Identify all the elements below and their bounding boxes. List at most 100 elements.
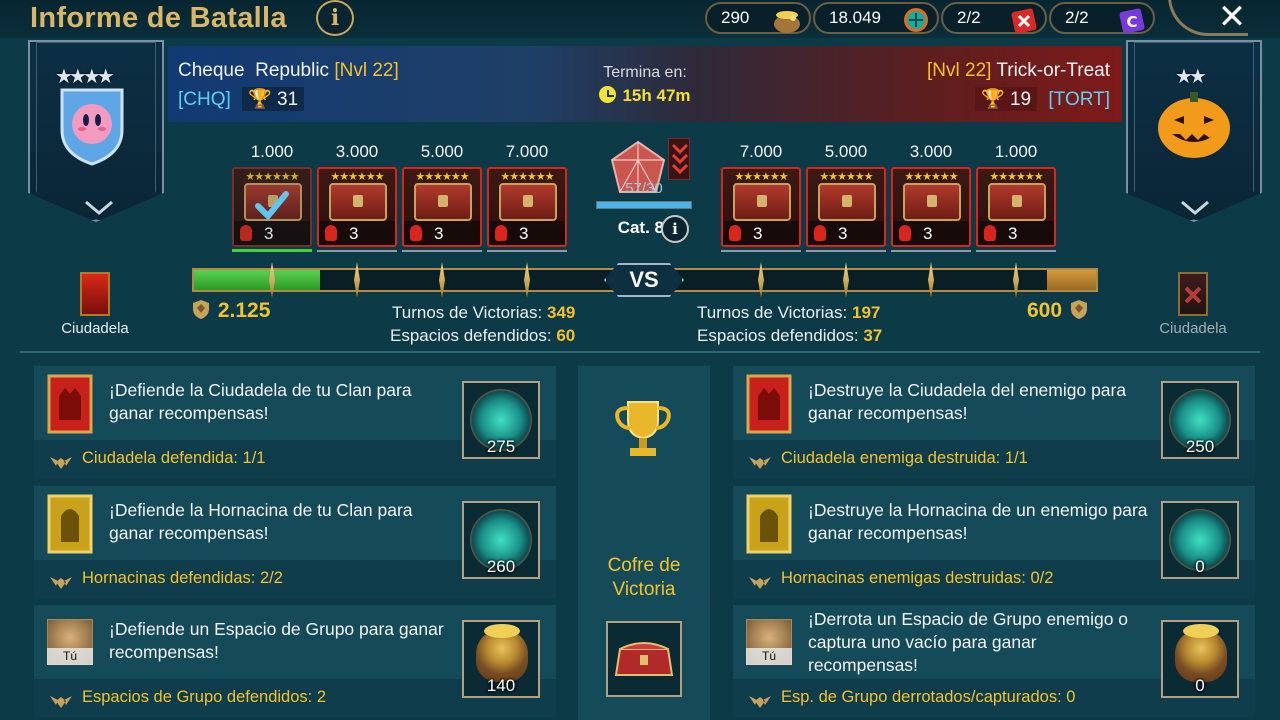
trophy-icon: 🏆 (981, 89, 1005, 110)
victory-chest-icon (614, 642, 674, 676)
left-chest-points-4: 7.000 (505, 142, 549, 161)
resource-red-scroll-value: 2/2 (957, 8, 981, 27)
left-task-stronghold[interactable]: ¡Defiende la Hornacina de tu Clan para g… (34, 486, 556, 598)
blood-drop-icon (899, 225, 911, 241)
blood-drop-icon (325, 225, 337, 241)
chest-icon (818, 183, 876, 221)
right-chest-1[interactable]: ★★★★★★ 3 (721, 167, 801, 247)
chest-underline (976, 250, 1056, 252)
check-icon (255, 191, 289, 220)
blood-drop-icon (495, 225, 507, 241)
chest-stars: ★★★★★★ (734, 171, 788, 183)
chest-stars: ★★★★★★ (904, 171, 958, 183)
task-reward[interactable]: 250 (1161, 381, 1239, 459)
task-reward[interactable]: 275 (462, 381, 540, 459)
chest-stars: ★★★★★★ (989, 171, 1043, 183)
left-clan-name-row[interactable]: Cheque Republic [Nvl 22] (178, 60, 399, 82)
left-chest-points-3: 5.000 (420, 142, 464, 161)
left-citadel-icon[interactable] (80, 272, 110, 316)
gold-bag-icon (774, 11, 800, 33)
banner-chevron-icon (85, 200, 113, 215)
right-clan-name-row[interactable]: [Nvl 22] Trick-or-Treat (927, 60, 1110, 82)
close-button[interactable]: ✕ (1212, 0, 1252, 36)
section-divider (20, 351, 1260, 353)
left-chest-3[interactable]: ★★★★★★ 3 (402, 167, 482, 247)
left-trophies: 🏆 31 (242, 87, 305, 111)
right-chest-2[interactable]: ★★★★★★ 3 (806, 167, 886, 247)
task-reward[interactable]: 140 (462, 620, 540, 698)
task-text: ¡Defiende la Ciudadela de tu Clan para g… (109, 380, 412, 423)
left-task-group-space[interactable]: Tú ¡Defiende un Espacio de Grupo para ga… (34, 605, 556, 717)
vs-badge: VS (604, 263, 684, 297)
chest-underline (891, 250, 971, 252)
right-task-stronghold[interactable]: ¡Destruye la Hornacina de un enemigo par… (733, 486, 1255, 598)
task-reward[interactable]: 0 (1161, 620, 1239, 698)
right-citadel-label: Ciudadela (1159, 320, 1227, 337)
chest-count: 3 (838, 224, 848, 243)
right-task-group-space[interactable]: Tú ¡Derrota un Espacio de Grupo enemigo … (733, 605, 1255, 717)
reward-amount: 260 (486, 557, 516, 576)
chest-stars: ★★★★★★ (330, 171, 384, 183)
ends-in-timer: 15h 47m (540, 86, 750, 106)
trophy-icon (615, 401, 671, 456)
resource-orbs[interactable]: 18.049 (813, 2, 939, 34)
chest-underline (806, 250, 886, 252)
left-clan-tag-row: [CHQ] 🏆 31 (178, 87, 305, 111)
chest-count: 3 (1008, 224, 1018, 243)
left-turns-value: 349 (546, 303, 576, 322)
chest-count: 3 (923, 224, 933, 243)
timer-value: 15h 47m (622, 86, 691, 105)
right-task-citadel[interactable]: ¡Destruye la Ciudadela del enemigo para … (733, 366, 1255, 478)
wings-icon (749, 696, 771, 708)
info-icon[interactable]: i (316, 0, 354, 36)
left-task-citadel[interactable]: ¡Defiende la Ciudadela de tu Clan para g… (34, 366, 556, 478)
right-chest-3[interactable]: ★★★★★★ 3 (891, 167, 971, 247)
chest-count: 3 (264, 224, 274, 243)
right-chest-points-3: 3.000 (909, 142, 953, 161)
left-chest-2[interactable]: ★★★★★★ 3 (317, 167, 397, 247)
left-citadel-label: Ciudadela (61, 320, 129, 337)
task-reward[interactable]: 0 (1161, 501, 1239, 579)
chest-icon (414, 183, 472, 221)
reward-amount: 250 (1185, 437, 1215, 456)
right-chest-4[interactable]: ★★★★★★ 3 (976, 167, 1056, 247)
victory-chest[interactable] (606, 621, 682, 697)
wings-icon (749, 577, 771, 589)
kirby-shield-emblem (60, 88, 124, 166)
resource-gold[interactable]: 290 (705, 2, 811, 34)
right-turns-stat: Turnos de Victorias: 197 (697, 303, 881, 322)
task-text: ¡Destruye la Ciudadela del enemigo para … (808, 380, 1127, 423)
category-info-icon[interactable]: i (661, 215, 689, 243)
trophy-icon: 🏆 (248, 89, 272, 110)
category-progress-text: 57/30 (625, 180, 663, 197)
you-badge: Tú (47, 648, 93, 665)
chest-stars: ★★★★★★ (245, 171, 299, 183)
task-text: ¡Derrota un Espacio de Grupo enemigo o c… (808, 609, 1129, 675)
close-icon: ✕ (1217, 0, 1247, 36)
chest-icon (903, 183, 961, 221)
red-scroll-icon (1011, 8, 1037, 34)
left-chest-4[interactable]: ★★★★★★ 3 (487, 167, 567, 247)
left-clan-tag: [CHQ] (178, 89, 231, 110)
category-progress-fill (597, 202, 691, 208)
task-reward[interactable]: 260 (462, 501, 540, 579)
left-chest-points-2: 3.000 (335, 142, 379, 161)
blood-drop-icon (729, 225, 741, 241)
chest-icon (499, 183, 557, 221)
wings-shield-icon (193, 300, 209, 319)
task-status: Hornacinas defendidas: 2/2 (82, 569, 283, 587)
wings-shield-icon (1070, 300, 1087, 319)
right-clan-level: [Nvl 22] (927, 60, 992, 81)
right-citadel-icon[interactable] (1178, 272, 1208, 316)
right-score: 600 (1027, 298, 1090, 323)
resource-gold-value: 290 (721, 8, 750, 27)
chest-count: 3 (349, 224, 359, 243)
resource-purple-scroll[interactable]: 2/2 C (1049, 2, 1155, 34)
reward-amount: 275 (486, 437, 516, 456)
wings-icon (50, 457, 72, 469)
right-clan-name: Trick-or-Treat (996, 60, 1110, 81)
right-spaces-value: 37 (863, 326, 883, 345)
reward-amount: 0 (1195, 557, 1205, 576)
right-turns-value: 197 (851, 303, 881, 322)
resource-red-scroll[interactable]: 2/2 (941, 2, 1047, 34)
